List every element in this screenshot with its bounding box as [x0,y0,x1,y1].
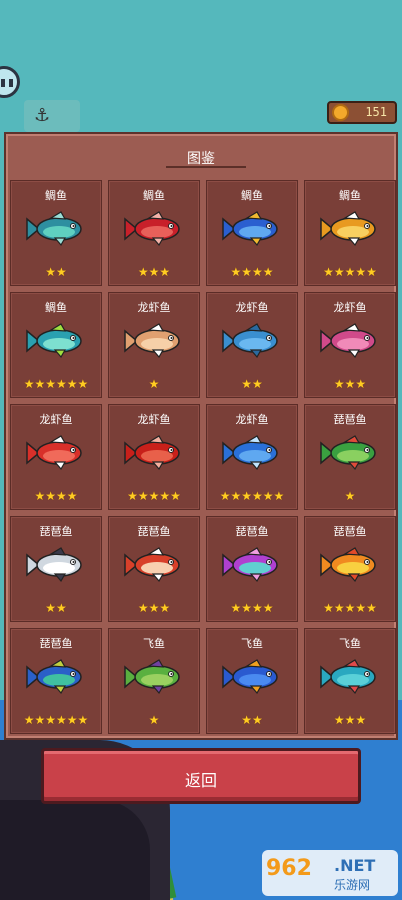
fish-sprite-icon [124,323,180,359]
coin-counter: 151 [327,101,397,124]
fish-name: 鲷鱼 [339,189,361,202]
fish-name: 鲷鱼 [143,189,165,202]
fish-sprite-icon [124,435,180,471]
fish-card[interactable]: 龙虾鱼 ★ [108,292,200,398]
watermark: 962 .NET 乐游网 [262,850,398,896]
fish-sprite-icon [26,659,82,695]
star-rating: ★★★★★ [127,489,181,503]
star-rating: ★ [148,713,160,727]
hook-sign: ⚓ [24,100,80,132]
fishing-hook-icon: ⚓ [34,105,51,126]
dark-rock-shadow [0,800,150,900]
fish-card[interactable]: 鲷鱼 ★★ [10,180,102,286]
fish-card[interactable]: 鲷鱼 ★★★★ [206,180,298,286]
fish-sprite-icon [222,211,278,247]
fish-card[interactable]: 鲷鱼 ★★★★★★ [10,292,102,398]
star-rating: ★★ [241,377,263,391]
star-rating: ★★★★ [230,265,274,279]
fish-name: 琵琶鱼 [39,525,73,538]
fish-card[interactable]: 龙虾鱼 ★★★★ [10,404,102,510]
fish-name: 鲷鱼 [45,189,67,202]
fish-card[interactable]: 飞鱼 ★ [108,628,200,734]
return-button-label: 返回 [184,771,217,790]
fish-sprite-icon [124,659,180,695]
star-rating: ★★★★★ [323,601,377,615]
fish-card[interactable]: 飞鱼 ★★ [206,628,298,734]
star-rating: ★★★ [333,377,367,391]
return-button[interactable]: 返回 [41,748,361,804]
fish-card[interactable]: 琵琶鱼 ★ [304,404,396,510]
fish-name: 龙虾鱼 [235,301,269,314]
fish-name: 飞鱼 [339,637,361,650]
title-divider [166,166,246,168]
panel-title: 图鉴 [187,151,215,167]
fish-card[interactable]: 龙虾鱼 ★★★★★ [108,404,200,510]
fish-sprite-icon [320,547,376,583]
fish-card[interactable]: 琵琶鱼 ★★ [10,516,102,622]
fish-card[interactable]: 琵琶鱼 ★★★★★ [304,516,396,622]
fish-sprite-icon [222,435,278,471]
fish-sprite-icon [320,211,376,247]
gold-coin-icon [332,104,349,121]
fish-card[interactable]: 鲷鱼 ★★★★★ [304,180,396,286]
fish-card[interactable]: 龙虾鱼 ★★ [206,292,298,398]
fish-name: 飞鱼 [241,637,263,650]
fish-sprite-icon [320,659,376,695]
star-rating: ★ [148,377,160,391]
star-rating: ★★★★★★ [23,377,89,391]
fish-card[interactable]: 飞鱼 ★★★ [304,628,396,734]
star-rating: ★★★★★★ [219,489,285,503]
fish-sprite-icon [124,547,180,583]
fish-sprite-icon [26,323,82,359]
fish-sprite-icon [26,211,82,247]
fish-sprite-icon [320,435,376,471]
fish-card[interactable]: 琵琶鱼 ★★★★ [206,516,298,622]
fish-card[interactable]: 龙虾鱼 ★★★ [304,292,396,398]
fish-card[interactable]: 龙虾鱼 ★★★★★★ [206,404,298,510]
fish-sprite-icon [26,547,82,583]
fish-encyclopedia-panel: 图鉴 鲷鱼 ★★ 鲷鱼 ★★★ 鲷鱼 ★★★★ 鲷鱼 ★★★★★ 鲷鱼 ★★★★★★ 龙虾鱼 ★ 龙虾鱼… [4,132,398,740]
fish-sprite-icon [222,547,278,583]
star-rating: ★★★★ [34,489,78,503]
star-rating: ★★★★★ [323,265,377,279]
fish-name: 琵琶鱼 [235,525,269,538]
star-rating: ★★★★ [230,601,274,615]
fish-name: 琵琶鱼 [333,525,367,538]
fish-sprite-icon [26,435,82,471]
star-rating: ★★ [45,265,67,279]
star-rating: ★★ [45,601,67,615]
fish-sprite-icon [124,211,180,247]
fish-card[interactable]: 琵琶鱼 ★★★ [108,516,200,622]
star-rating: ★★★ [137,265,171,279]
star-rating: ★★★ [137,601,171,615]
fish-name: 琵琶鱼 [137,525,171,538]
star-rating: ★★ [241,713,263,727]
fish-card[interactable]: 琵琶鱼 ★★★★★★ [10,628,102,734]
fish-name: 琵琶鱼 [333,413,367,426]
watermark-logo: 962 [266,856,312,881]
star-rating: ★ [344,489,356,503]
fish-sprite-icon [320,323,376,359]
star-rating: ★★★ [333,713,367,727]
fish-name: 龙虾鱼 [333,301,367,314]
watermark-subtitle: 乐游网 [334,878,371,892]
fish-name: 龙虾鱼 [137,413,171,426]
fish-card-grid: 鲷鱼 ★★ 鲷鱼 ★★★ 鲷鱼 ★★★★ 鲷鱼 ★★★★★ 鲷鱼 ★★★★★★ 龙虾鱼 ★ 龙虾鱼 ★★ 龙… [10,180,396,734]
fish-name: 飞鱼 [143,637,165,650]
fish-name: 琵琶鱼 [39,637,73,650]
fish-card[interactable]: 鲷鱼 ★★★ [108,180,200,286]
star-rating: ★★★★★★ [23,713,89,727]
coin-count: 151 [365,105,387,119]
fish-sprite-icon [222,659,278,695]
fish-name: 龙虾鱼 [39,413,73,426]
fish-sprite-icon [222,323,278,359]
watermark-domain: .NET [334,856,376,875]
fish-name: 鲷鱼 [241,189,263,202]
fish-name: 鲷鱼 [45,301,67,314]
fish-name: 龙虾鱼 [137,301,171,314]
fish-name: 龙虾鱼 [235,413,269,426]
